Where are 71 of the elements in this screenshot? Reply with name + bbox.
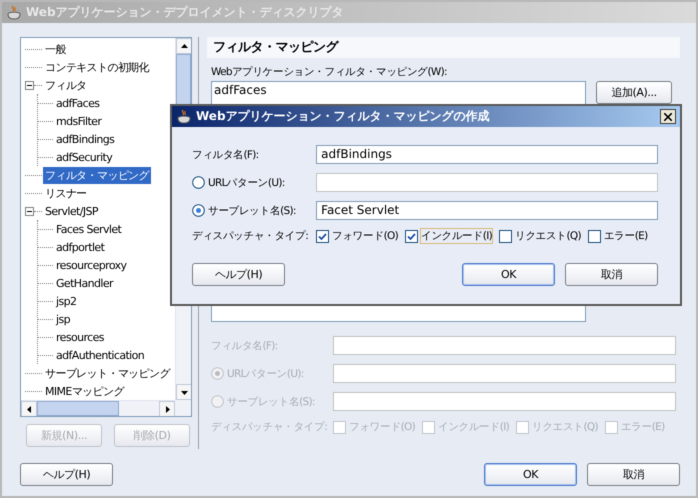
scroll-up-icon[interactable] <box>180 42 188 50</box>
help-button[interactable]: ヘルプ(H) <box>20 463 113 486</box>
input-field[interactable]: Facet Servlet <box>316 201 658 220</box>
input-field[interactable] <box>333 364 676 383</box>
close-icon <box>664 112 672 120</box>
coffee-cup-icon <box>6 4 22 20</box>
section-heading: フィルタ・マッピング <box>207 37 680 58</box>
tree-item[interactable]: resources <box>54 330 106 344</box>
checkbox-label: インクルード(I) <box>421 229 492 243</box>
field-label: フィルタ名(F): <box>192 148 260 162</box>
input-field[interactable] <box>316 173 658 192</box>
checkbox-label: エラー(E) <box>620 420 664 434</box>
list-item[interactable]: adfFaces <box>214 83 583 97</box>
dialog-button[interactable]: 取消 <box>565 263 658 286</box>
radio-label: サーブレット名(S): <box>227 394 315 408</box>
tree-item[interactable]: GetHandler <box>54 276 115 290</box>
tree-item[interactable]: adfportlet <box>54 240 106 254</box>
checkbox-label: リクエスト(Q) <box>515 229 581 243</box>
radio-button[interactable] <box>192 176 205 189</box>
input-field[interactable]: adfBindings <box>316 145 658 164</box>
tree-item[interactable]: フィルタ <box>43 76 89 94</box>
field-label: フィルタ名(F): <box>211 338 278 352</box>
scroll-right-icon[interactable] <box>164 406 170 412</box>
tree-item[interactable]: Faces Servlet <box>54 222 124 236</box>
radio-label: サーブレット名(S): <box>208 204 296 218</box>
coffee-cup-icon <box>176 108 192 124</box>
tree-item[interactable]: mdsFilter <box>54 114 104 128</box>
tree-item[interactable]: adfBindings <box>54 132 116 146</box>
dialog-button[interactable]: 取消 <box>587 463 680 486</box>
minus-box-icon[interactable] <box>25 80 34 90</box>
dialog-button[interactable]: OK <box>484 463 577 486</box>
field-label: ディスパッチャ・タイプ: <box>192 229 308 243</box>
checkbox-label: フォワード(O) <box>349 420 415 434</box>
tree-item[interactable]: adfSecurity <box>54 150 114 164</box>
tree-item[interactable]: jsp2 <box>54 294 78 308</box>
radio-label: URLパターン(U): <box>208 176 285 190</box>
radio-label: URLパターン(U): <box>227 366 304 380</box>
tree-item[interactable]: フィルタ・マッピング <box>43 166 152 184</box>
scroll-down-icon[interactable] <box>180 388 188 396</box>
tree-item[interactable]: adfAuthentication <box>54 348 146 362</box>
field-label: ディスパッチャ・タイプ: <box>211 420 328 434</box>
tree-item[interactable]: MIMEマッピング <box>43 382 126 400</box>
horizontal-scrollbar[interactable] <box>21 400 175 416</box>
scroll-left-icon[interactable] <box>26 406 32 412</box>
tree-item[interactable]: adfFaces <box>54 96 102 110</box>
close-button[interactable] <box>660 109 676 124</box>
tree-item[interactable]: リスナー <box>43 184 89 202</box>
list-label: Webアプリケーション・フィルタ・マッピング(W): <box>211 66 447 78</box>
tree-item[interactable]: resourceproxy <box>54 258 128 272</box>
tree-item[interactable]: 一般 <box>43 40 68 58</box>
tree-item[interactable]: Servlet/JSP <box>43 204 100 218</box>
dialog-title: Webアプリケーション・フィルタ・マッピングの作成 <box>196 108 490 125</box>
checkbox[interactable] <box>405 230 418 242</box>
tree-item[interactable]: コンテキストの初期化 <box>43 58 152 76</box>
checkbox-label: インクルード(I) <box>438 420 509 434</box>
minus-box-icon[interactable] <box>25 206 34 216</box>
checkbox[interactable] <box>499 230 512 242</box>
tree-item[interactable]: サーブレット・マッピング <box>43 364 172 382</box>
checkbox-label: フォワード(O) <box>332 229 398 243</box>
input-field[interactable] <box>333 392 676 411</box>
tree-item[interactable]: jsp <box>54 312 72 326</box>
checkbox-label: エラー(E) <box>604 229 648 243</box>
add-button[interactable]: 追加(A)... <box>596 81 672 104</box>
input-field[interactable] <box>333 336 676 355</box>
dialog-button[interactable]: OK <box>462 263 555 286</box>
help-button[interactable]: ヘルプ(H) <box>192 263 285 286</box>
checkbox[interactable] <box>588 230 601 242</box>
checkbox[interactable] <box>316 230 330 242</box>
scroll-thumb[interactable] <box>37 401 119 416</box>
checkbox-label: リクエスト(Q) <box>532 420 598 434</box>
radio-button[interactable] <box>192 204 205 217</box>
